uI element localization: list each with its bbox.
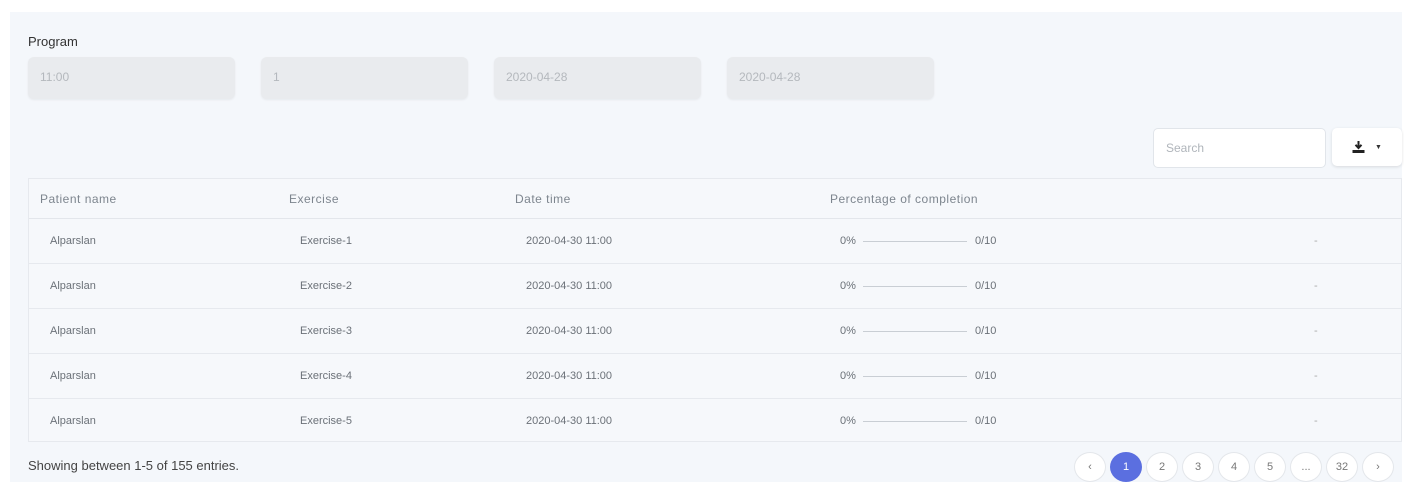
row-extra-cell: - <box>1314 370 1318 382</box>
page-ellipsis: ... <box>1290 452 1322 482</box>
progress-bar <box>863 286 967 287</box>
progress-bar <box>863 421 967 422</box>
entries-summary: Showing between 1-5 of 155 entries. <box>28 458 240 473</box>
progress-count-cell: 0/10 <box>975 415 997 427</box>
table-row[interactable]: Alparslan Exercise-2 2020-04-30 11:00 0% 0/1… <box>29 264 1401 309</box>
datetime-cell: 2020-04-30 11:00 <box>526 415 613 427</box>
exercise-cell: Exercise-3 <box>300 325 352 337</box>
datetime-cell: 2020-04-30 11:00 <box>526 235 613 247</box>
datetime-cell: 2020-04-30 11:00 <box>526 370 613 382</box>
progress-count-cell: 0/10 <box>975 370 997 382</box>
datetime-cell: 2020-04-30 11:00 <box>526 280 613 292</box>
page-button-5[interactable]: 5 <box>1254 452 1286 482</box>
header-date-time[interactable]: Date time <box>515 192 571 206</box>
table-row[interactable]: Alparslan Exercise-5 2020-04-30 11:00 0% 0/1… <box>29 399 1401 444</box>
patient-name-cell: Alparslan <box>50 415 96 427</box>
header-percentage[interactable]: Percentage of completion <box>830 192 978 206</box>
program-time-field[interactable]: 11:00 <box>28 57 235 99</box>
prev-page-button[interactable]: ‹ <box>1074 452 1106 482</box>
datetime-cell: 2020-04-30 11:00 <box>526 325 613 337</box>
program-end-date-field[interactable]: 2020-04-28 <box>727 57 934 99</box>
exercise-cell: Exercise-4 <box>300 370 352 382</box>
page-button-1[interactable]: 1 <box>1110 452 1142 482</box>
exercise-cell: Exercise-1 <box>300 235 352 247</box>
progress-count-cell: 0/10 <box>975 325 997 337</box>
page-button-3[interactable]: 3 <box>1182 452 1214 482</box>
header-exercise[interactable]: Exercise <box>289 192 339 206</box>
row-extra-cell: - <box>1314 235 1318 247</box>
table-row[interactable]: Alparslan Exercise-1 2020-04-30 11:00 0% 0/1… <box>29 219 1401 264</box>
patient-name-cell: Alparslan <box>50 370 96 382</box>
patient-name-cell: Alparslan <box>50 280 96 292</box>
percent-cell: 0% <box>840 370 856 382</box>
patient-name-cell: Alparslan <box>50 235 96 247</box>
page-button-2[interactable]: 2 <box>1146 452 1178 482</box>
search-input[interactable]: Search <box>1153 128 1326 168</box>
next-page-button[interactable]: › <box>1362 452 1394 482</box>
table-row[interactable]: Alparslan Exercise-4 2020-04-30 11:00 0% 0/1… <box>29 354 1401 399</box>
row-extra-cell: - <box>1314 280 1318 292</box>
export-button[interactable]: ▼ <box>1332 128 1402 166</box>
program-start-date-field[interactable]: 2020-04-28 <box>494 57 701 99</box>
progress-bar <box>863 331 967 332</box>
row-extra-cell: - <box>1314 415 1318 427</box>
row-extra-cell: - <box>1314 325 1318 337</box>
exercise-cell: Exercise-5 <box>300 415 352 427</box>
chevron-down-icon: ▼ <box>1375 143 1382 151</box>
exercise-cell: Exercise-2 <box>300 280 352 292</box>
percent-cell: 0% <box>840 235 856 247</box>
progress-bar <box>863 376 967 377</box>
progress-count-cell: 0/10 <box>975 235 997 247</box>
program-number-field[interactable]: 1 <box>261 57 468 99</box>
percent-cell: 0% <box>840 280 856 292</box>
page-button-32[interactable]: 32 <box>1326 452 1358 482</box>
program-label: Program <box>28 34 78 49</box>
table-row[interactable]: Alparslan Exercise-3 2020-04-30 11:00 0% 0/1… <box>29 309 1401 354</box>
sessions-table: Patient name Exercise Date time Percenta… <box>28 178 1402 442</box>
download-icon <box>1352 141 1365 153</box>
header-patient-name[interactable]: Patient name <box>40 192 117 206</box>
percent-cell: 0% <box>840 325 856 337</box>
patient-name-cell: Alparslan <box>50 325 96 337</box>
pagination: ‹ 1 2 3 4 5 ... 32 › <box>1074 452 1394 482</box>
page-button-4[interactable]: 4 <box>1218 452 1250 482</box>
table-header: Patient name Exercise Date time Percenta… <box>29 179 1401 219</box>
progress-count-cell: 0/10 <box>975 280 997 292</box>
progress-bar <box>863 241 967 242</box>
percent-cell: 0% <box>840 415 856 427</box>
